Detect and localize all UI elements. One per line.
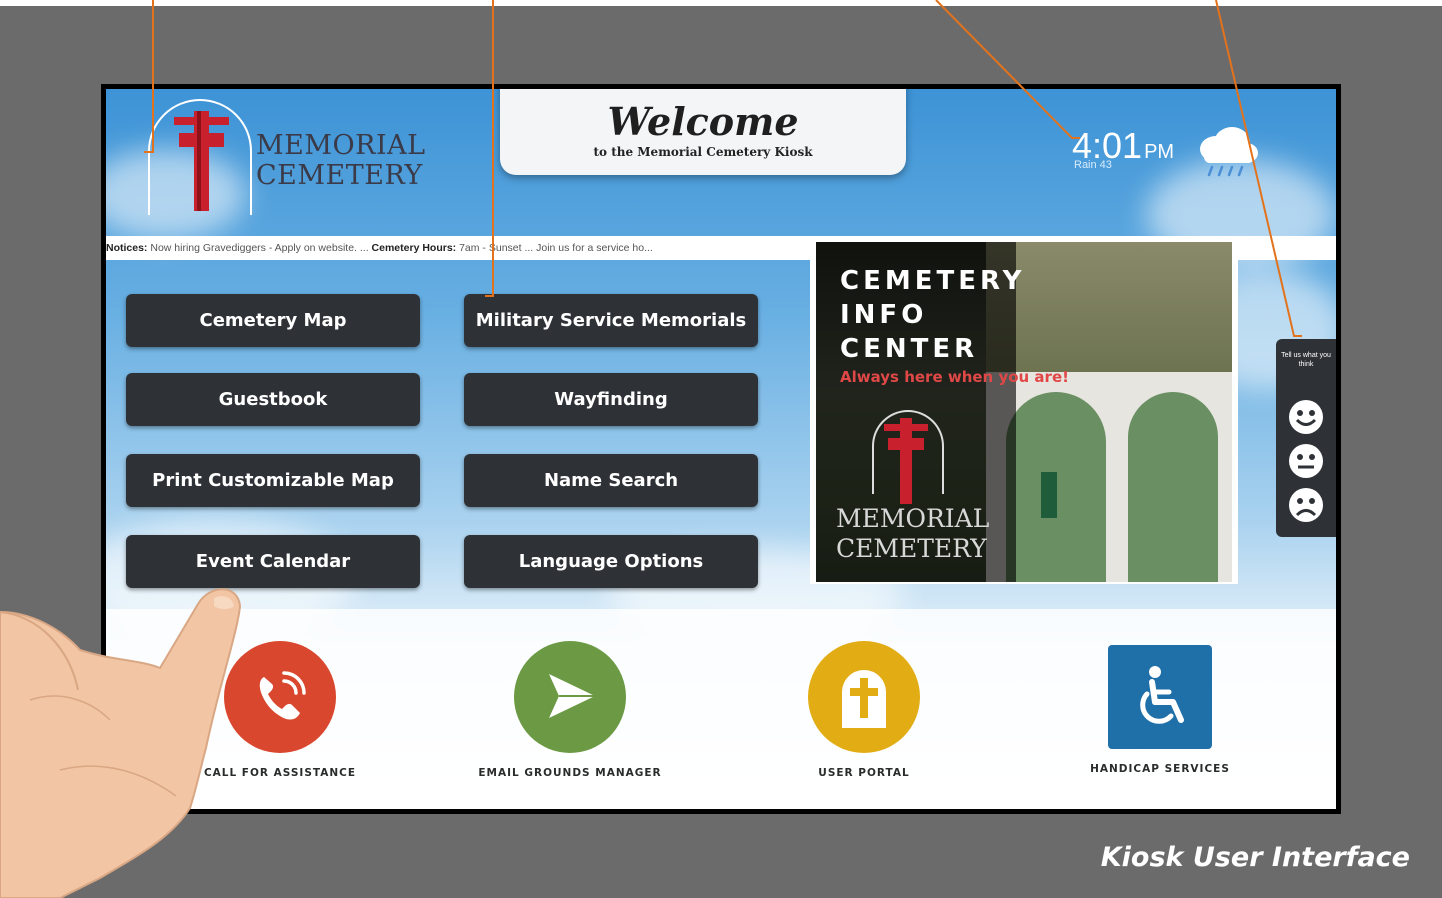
caption: Kiosk User Interface [1100,842,1410,873]
hand-illustration [0,588,242,898]
